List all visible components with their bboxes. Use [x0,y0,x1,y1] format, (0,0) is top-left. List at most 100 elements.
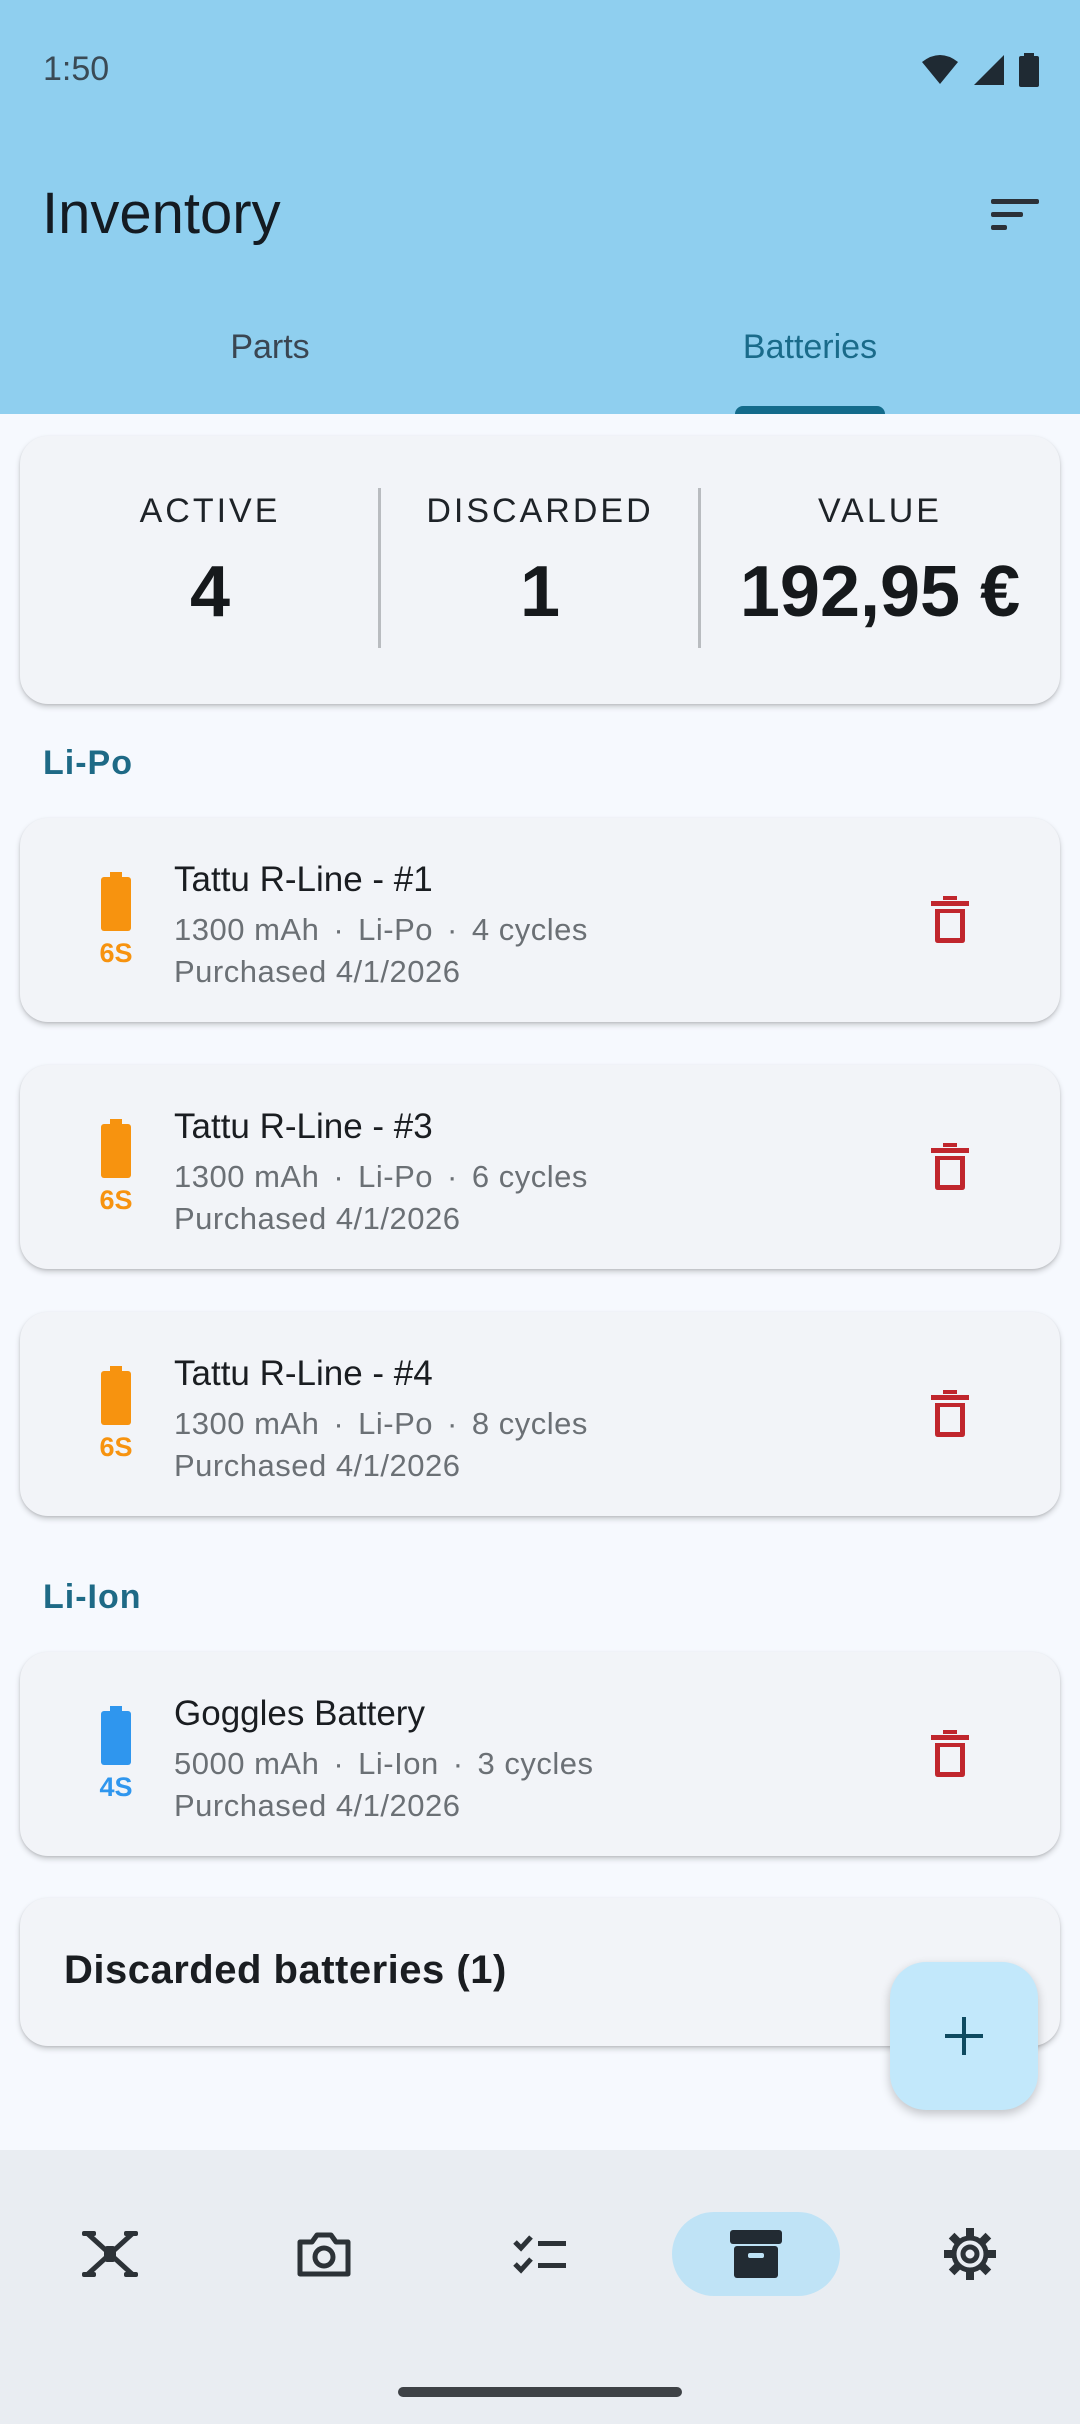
battery-name: Goggles Battery [174,1694,425,1733]
bottom-navigation [0,2150,1080,2424]
section-title-liion: Li-Ion [43,1578,142,1616]
page-title: Inventory [42,181,281,246]
sort-button[interactable] [980,188,1052,242]
active-stat: ACTIVE 4 [60,492,360,633]
nav-inventory[interactable] [672,2212,840,2296]
battery-chemistry: Li-Po [358,912,434,947]
battery-meta: 1300 mAh · Li-Po · 6 cycles [174,1159,588,1195]
tab-batteries[interactable]: Batteries [540,300,1080,414]
discarded-value: 1 [519,552,561,632]
tab-indicator [735,406,885,414]
battery-chemistry: Li-Po [358,1159,434,1194]
trash-icon [931,896,969,943]
battery-purchase-date: Purchased 4/1/2026 [174,1448,461,1483]
meta-separator: · [333,1159,345,1194]
battery-chemistry: Li-Po [358,1406,434,1441]
signal-icon [974,55,1004,85]
divider [378,488,381,648]
value-value: 192,95 € [739,552,1021,632]
drone-icon [82,2231,138,2277]
battery-type-indicator: 4S [80,1706,152,1806]
battery-card[interactable]: 6S Tattu R-Line - #3 1300 mAh · Li-Po · 6 cy… [20,1065,1060,1269]
discarded-batteries-label: Discarded batteries (1) [64,1948,507,1992]
tab-bar: Parts Batteries [0,300,1080,414]
home-indicator[interactable] [398,2387,682,2397]
battery-cells: 4S [99,1772,133,1802]
summary-card: ACTIVE 4 DISCARDED 1 VALUE 192,95 € [20,436,1060,704]
value-label: VALUE [818,492,942,530]
nav-settings[interactable] [886,2212,1054,2296]
battery-cycles: 6 cycles [471,1159,588,1194]
battery-chemistry: Li-Ion [358,1746,439,1781]
nav-camera[interactable] [240,2212,408,2296]
meta-separator: · [333,1746,345,1781]
battery-cycles: 3 cycles [477,1746,594,1781]
battery-cells: 6S [99,938,133,968]
battery-purchase-date: Purchased 4/1/2026 [174,1788,461,1823]
status-time: 1:50 [43,50,110,88]
settings-icon [944,2228,996,2280]
battery-icon [101,1119,131,1178]
battery-cells: 6S [99,1185,133,1215]
camera-icon [297,2232,351,2277]
battery-type-indicator: 6S [80,1119,152,1219]
battery-type-indicator: 6S [80,1366,152,1466]
battery-capacity: 1300 mAh [174,912,320,947]
active-label: ACTIVE [139,492,281,530]
wifi-icon [922,55,958,84]
battery-purchase-date: Purchased 4/1/2026 [174,954,461,989]
meta-separator: · [333,1406,345,1441]
battery-status-icon [1019,53,1039,87]
nav-drones[interactable] [26,2212,194,2296]
battery-capacity: 5000 mAh [174,1746,320,1781]
plus-icon [945,2017,983,2055]
status-icons [920,52,1040,88]
battery-capacity: 1300 mAh [174,1406,320,1441]
delete-button[interactable] [920,1722,980,1786]
meta-separator: · [447,1159,458,1194]
add-battery-button[interactable] [890,1962,1038,2110]
discarded-label: DISCARDED [426,492,654,530]
delete-button[interactable] [920,1135,980,1199]
battery-name: Tattu R-Line - #1 [174,860,433,899]
trash-icon [931,1143,969,1190]
meta-separator: · [447,1406,458,1441]
trash-icon [931,1390,969,1437]
archive-icon [730,2230,782,2278]
battery-type-indicator: 6S [80,872,152,972]
section-title-lipo: Li-Po [43,744,133,782]
nav-checklists[interactable] [456,2212,624,2296]
battery-meta: 1300 mAh · Li-Po · 4 cycles [174,912,588,948]
value-stat: VALUE 192,95 € [710,492,1050,633]
battery-icon [101,1366,131,1425]
meta-separator: · [333,912,345,947]
tab-parts[interactable]: Parts [0,300,540,414]
app-bar: 1:50 Inventory Parts Batteries [0,0,1080,414]
meta-separator: · [452,1746,464,1781]
battery-card[interactable]: 6S Tattu R-Line - #4 1300 mAh · Li-Po · 8 cy… [20,1312,1060,1516]
battery-icon [101,872,131,931]
battery-purchase-date: Purchased 4/1/2026 [174,1201,461,1236]
active-value: 4 [189,552,231,632]
status-bar: 1:50 [0,0,1080,140]
meta-separator: · [447,912,458,947]
battery-meta: 5000 mAh · Li-Ion · 3 cycles [174,1746,594,1782]
checklist-icon [513,2235,566,2274]
trash-icon [931,1730,969,1777]
battery-capacity: 1300 mAh [174,1159,320,1194]
battery-meta: 1300 mAh · Li-Po · 8 cycles [174,1406,588,1442]
battery-card[interactable]: 6S Tattu R-Line - #1 1300 mAh · Li-Po · 4 cy… [20,818,1060,1022]
tab-batteries-label: Batteries [742,328,878,366]
battery-cycles: 4 cycles [471,912,588,947]
tab-parts-label: Parts [230,328,310,366]
sort-icon [991,199,1039,230]
battery-icon [101,1706,131,1765]
battery-name: Tattu R-Line - #4 [174,1354,433,1393]
delete-button[interactable] [920,888,980,952]
discarded-stat: DISCARDED 1 [390,492,690,633]
battery-card[interactable]: 4S Goggles Battery 5000 mAh · Li-Ion · 3 cyc… [20,1652,1060,1856]
delete-button[interactable] [920,1382,980,1446]
battery-cycles: 8 cycles [471,1406,588,1441]
battery-name: Tattu R-Line - #3 [174,1107,433,1146]
divider [698,488,701,648]
